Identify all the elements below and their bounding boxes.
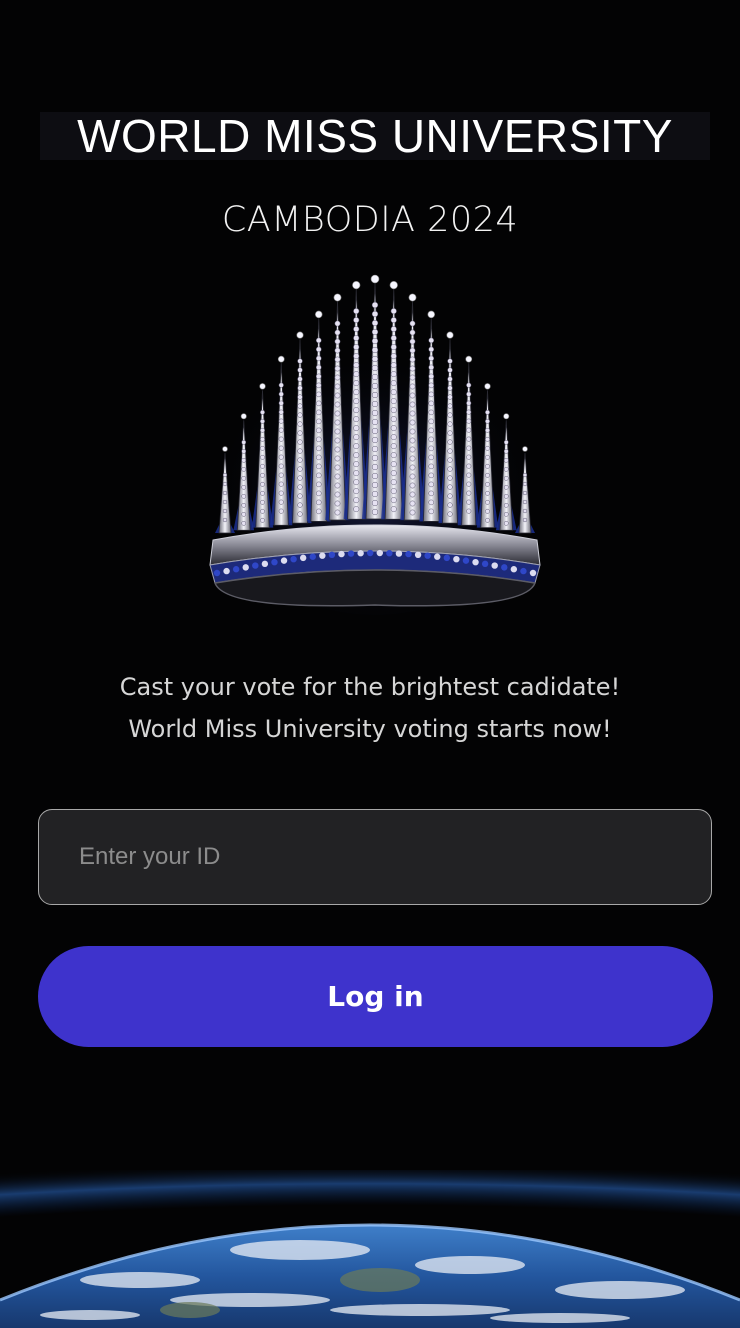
page-title: WORLD MISS UNIVERSITY [40,112,710,160]
login-button[interactable]: Log in [38,946,713,1047]
tagline-line-1: Cast your vote for the brightest cadidat… [119,673,621,701]
tagline: Cast your vote for the brightest cadidat… [0,666,740,750]
page-subtitle: CAMBODIA 2024 [221,200,519,240]
login-page: WORLD MISS UNIVERSITY CAMBODIA 2024 Cast… [0,0,740,1328]
earth-horizon-image [0,1170,740,1328]
id-input[interactable] [38,809,712,905]
tagline-line-2: World Miss University voting starts now! [128,715,612,743]
crown-image [200,274,550,615]
